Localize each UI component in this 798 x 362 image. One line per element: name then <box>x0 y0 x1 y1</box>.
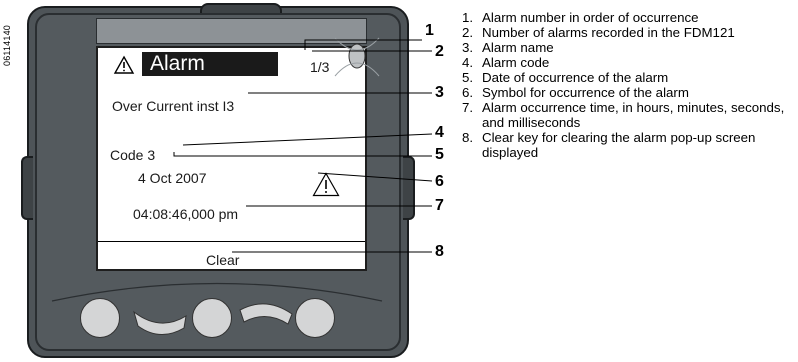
leader-1 <box>304 39 422 50</box>
callout-5: 5 <box>435 146 444 163</box>
leader-6 <box>317 172 433 182</box>
callout-6: 6 <box>435 173 444 190</box>
callout-1: 1 <box>425 22 434 39</box>
callout-7: 7 <box>435 197 444 214</box>
legend-item-8: 8. Clear key for clearing the alarm pop-u… <box>462 130 756 160</box>
legend-item-2: 2. Number of alarms recorded in the FDM12… <box>462 25 735 40</box>
diagram-stage: 06114140 Alarm 1/3 Over Current inst I3 … <box>0 0 798 362</box>
legend-item-1: 1. Alarm number in order of occurrence <box>462 10 699 25</box>
callout-2: 2 <box>435 43 444 60</box>
callout-4: 4 <box>435 124 444 141</box>
leader-4 <box>182 133 433 146</box>
legend-item-4: 4. Alarm code <box>462 55 550 70</box>
legend-item-6: 6. Symbol for occurrence of the alarm <box>462 85 689 100</box>
legend-item-7: 7. Alarm occurrence time, in hours, minut… <box>462 100 785 130</box>
legend-list: 1. Alarm number in order of occurrence 2.… <box>462 10 792 160</box>
legend-item-3: 3. Alarm name <box>462 40 554 55</box>
leader-5 <box>173 152 432 157</box>
legend-item-5: 5. Date of occurrence of the alarm <box>462 70 669 85</box>
callout-8: 8 <box>435 243 444 260</box>
callout-3: 3 <box>435 84 444 101</box>
